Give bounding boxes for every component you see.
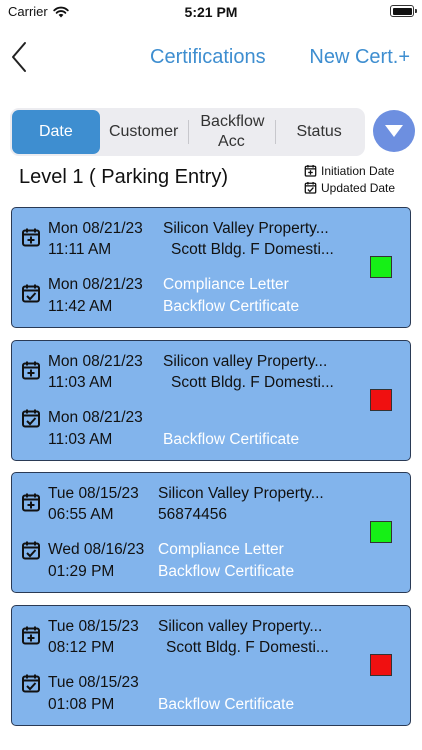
compliance-letter-link[interactable]: Compliance Letter [163, 276, 289, 294]
backflow-certificate-link[interactable]: Backflow Certificate [158, 696, 294, 714]
backflow-certificate-link[interactable]: Backflow Certificate [163, 298, 299, 316]
backflow-certificate-link[interactable]: Backflow Certificate [163, 431, 299, 449]
page-title: Certifications [150, 46, 266, 68]
updated-date: Wed 08/16/23 [48, 541, 145, 558]
legend-initiation-label: Initiation Date [321, 163, 395, 178]
initiation-time: 08:12 PM [48, 639, 115, 656]
tab-date[interactable]: Date [12, 110, 100, 154]
updated-date: Mon 08/21/23 [48, 276, 143, 293]
tab-backflow-acc-label: Backflow Acc [200, 113, 265, 150]
customer-name: Silicon valley Property... [163, 353, 328, 370]
customer-name: Silicon Valley Property... [163, 220, 329, 237]
initiation-date: Tue 08/15/23 [48, 485, 139, 502]
customer-name: Silicon valley Property... [158, 618, 323, 635]
initiation-time: 11:11 AM [48, 241, 112, 258]
new-cert-button[interactable]: New Cert.+ [309, 46, 410, 69]
tab-customer[interactable]: Customer [100, 110, 188, 154]
calendar-plus-icon [22, 361, 40, 380]
status-bar: Carrier 5:21 PM [0, 0, 422, 24]
location-name: Scott Bldg. F Domesti... [171, 374, 334, 391]
tab-customer-label: Customer [108, 123, 179, 140]
certification-card[interactable]: Mon 08/21/23 11:03 AM Silicon valley Pro… [11, 340, 411, 461]
tab-status[interactable]: Status [275, 110, 363, 154]
legend-initiation: Initiation Date [304, 162, 395, 179]
updated-date: Mon 08/21/23 [48, 409, 143, 426]
updated-time: 11:42 AM [48, 298, 113, 315]
calendar-check-icon [22, 284, 40, 303]
calendar-plus-icon [304, 164, 317, 177]
tab-status-label: Status [296, 123, 342, 140]
location-name: Scott Bldg. F Domesti... [166, 639, 329, 656]
tab-backflow-acc[interactable]: Backflow Acc [187, 110, 276, 154]
location-name: Scott Bldg. F Domesti... [171, 241, 334, 258]
updated-date: Tue 08/15/23 [48, 674, 139, 691]
certification-card[interactable]: Tue 08/15/23 08:12 PM Silicon valley Pro… [11, 605, 411, 726]
updated-time: 01:08 PM [48, 696, 115, 713]
triangle-down-icon [385, 125, 403, 137]
calendar-plus-icon [22, 626, 40, 645]
initiation-time: 06:55 AM [48, 506, 114, 523]
updated-time: 01:29 PM [48, 563, 115, 580]
initiation-date: Tue 08/15/23 [48, 618, 139, 635]
initiation-date: Mon 08/21/23 [48, 220, 143, 237]
calendar-check-icon [22, 409, 40, 428]
legend-updated: Updated Date [304, 179, 395, 196]
compliance-letter-link[interactable]: Compliance Letter [158, 541, 284, 559]
calendar-plus-icon [22, 228, 40, 247]
navigation-bar: Certifications New Cert.+ [0, 36, 422, 80]
initiation-time: 11:03 AM [48, 374, 113, 391]
calendar-check-icon [22, 674, 40, 693]
chevron-left-icon [12, 42, 26, 72]
calendar-plus-icon [22, 493, 40, 512]
sort-direction-button[interactable] [373, 110, 415, 152]
status-indicator-red [370, 654, 392, 676]
location-name: 56874456 [158, 506, 227, 523]
back-button[interactable] [8, 40, 32, 74]
certification-card[interactable]: Tue 08/15/23 06:55 AM Silicon Valley Pro… [11, 472, 411, 593]
tab-date-label: Date [38, 123, 73, 140]
customer-name: Silicon Valley Property... [158, 485, 324, 502]
legend-updated-label: Updated Date [321, 180, 396, 195]
certification-card[interactable]: Mon 08/21/23 11:11 AM Silicon Valley Pro… [11, 207, 411, 328]
initiation-date: Mon 08/21/23 [48, 353, 143, 370]
date-legend: Initiation Date Updated Date [304, 162, 395, 196]
calendar-check-icon [304, 181, 317, 194]
battery-icon [390, 5, 417, 17]
status-indicator-green [370, 256, 392, 278]
sort-segmented-control: Date Customer Backflow Acc Status [10, 108, 365, 156]
backflow-certificate-link[interactable]: Backflow Certificate [158, 563, 294, 581]
updated-time: 11:03 AM [48, 431, 113, 448]
section-title: Level 1 ( Parking Entry) [19, 166, 228, 188]
status-indicator-red [370, 389, 392, 411]
status-indicator-green [370, 521, 392, 543]
calendar-check-icon [22, 541, 40, 560]
clock: 5:21 PM [184, 4, 238, 20]
